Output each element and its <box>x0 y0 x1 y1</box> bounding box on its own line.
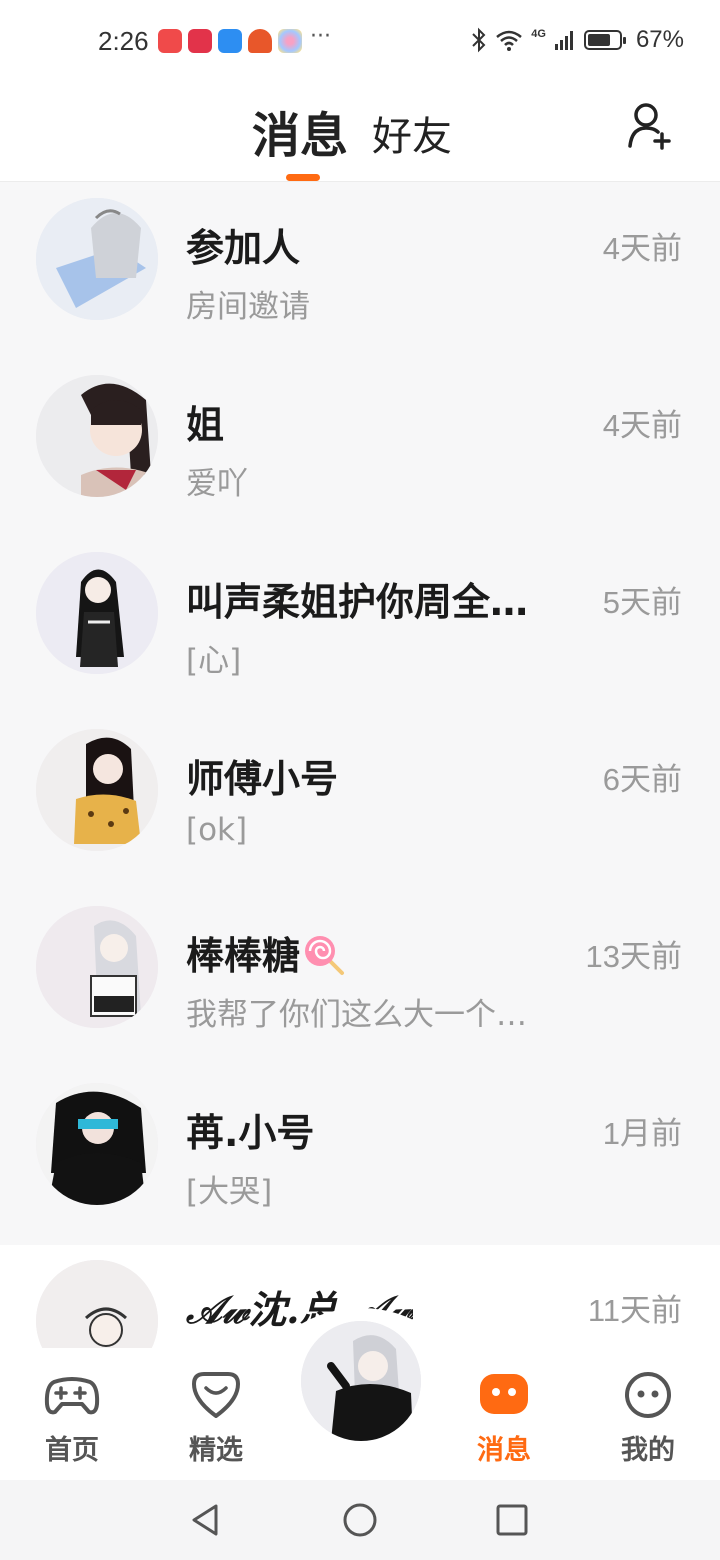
notification-app-icon <box>188 29 212 53</box>
conversation-preview: 我帮了你们这么大一个… <box>186 997 527 1033</box>
avatar <box>36 552 158 674</box>
center-avatar-button[interactable] <box>298 1318 424 1444</box>
home-circle-icon[interactable] <box>340 1500 380 1540</box>
add-friend-icon[interactable] <box>624 100 676 152</box>
face-icon <box>625 1372 671 1418</box>
nav-item-profile[interactable]: 我的 <box>588 1348 708 1480</box>
nav-item-home[interactable]: 首页 <box>12 1348 132 1480</box>
conversation-preview: [ok] <box>186 812 248 848</box>
nav-item-featured[interactable]: 精选 <box>156 1348 276 1480</box>
lollipop-icon <box>305 936 345 975</box>
conversation-item[interactable]: 姐 4天前 爱吖 <box>0 360 720 537</box>
conversation-time: 13天前 <box>585 939 682 974</box>
photos-icon <box>278 29 302 53</box>
nav-label: 精选 <box>189 1435 243 1466</box>
network-type: 4G <box>531 28 546 40</box>
header: 消息 好友 <box>0 84 720 182</box>
bluetooth-icon <box>472 27 486 53</box>
avatar <box>36 729 158 851</box>
conversation-name: 苒.小号 <box>186 1111 315 1155</box>
more-notifications-icon: ··· <box>310 24 331 49</box>
conversation-time: 11天前 <box>587 1293 682 1328</box>
conversation-preview: [大哭] <box>186 1174 273 1210</box>
system-nav-bar <box>0 1480 720 1560</box>
active-tab-indicator <box>286 174 320 181</box>
chat-bubble-icon <box>480 1374 528 1414</box>
conversation-item[interactable]: 苒.小号 1月前 [大哭] <box>0 1068 720 1245</box>
avatar <box>36 1083 158 1205</box>
conversation-item[interactable]: 棒棒糖 13天前 我帮了你们这么大一个… <box>0 891 720 1068</box>
tab-messages[interactable]: 消息 <box>252 96 348 166</box>
avatar <box>36 906 158 1028</box>
heart-badge-icon <box>192 1372 240 1418</box>
conversation-name: 叫声柔姐护你周全… <box>186 580 529 624</box>
conversation-item[interactable]: 参加人 4天前 房间邀请 <box>0 183 720 360</box>
tab-friends[interactable]: 好友 <box>372 104 452 162</box>
signal-icon <box>554 31 573 50</box>
avatar <box>36 198 158 320</box>
status-bar: 2:26 ··· 4G 67% <box>0 0 720 84</box>
conversation-preview: 房间邀请 <box>186 289 310 325</box>
conversation-item[interactable]: 叫声柔姐护你周全… 5天前 [心] <box>0 537 720 714</box>
cloud-icon <box>218 29 242 53</box>
recents-square-icon[interactable] <box>492 1500 532 1540</box>
gamepad-icon <box>44 1377 100 1415</box>
nav-item-messages[interactable]: 消息 <box>444 1348 564 1480</box>
conversation-time: 5天前 <box>602 585 682 620</box>
status-indicators: 4G 67% <box>471 26 684 54</box>
conversation-time: 1月前 <box>602 1116 682 1151</box>
battery-percent: 67% <box>635 26 684 53</box>
notification-app-icon <box>158 29 182 53</box>
nav-label: 我的 <box>621 1435 675 1466</box>
notification-app-icon <box>248 29 272 53</box>
conversation-name: 姐 <box>186 403 225 447</box>
status-time: 2:26 <box>98 26 149 56</box>
back-icon[interactable] <box>186 1500 226 1540</box>
conversation-name: 师傅小号 <box>186 757 339 801</box>
conversation-time: 6天前 <box>602 762 682 797</box>
conversation-preview: 爱吖 <box>186 466 248 502</box>
conversation-name: 棒棒糖 <box>186 925 346 980</box>
conversation-name: 参加人 <box>186 226 301 270</box>
conversation-preview: [心] <box>186 643 242 679</box>
nav-label: 消息 <box>477 1435 531 1466</box>
conversation-time: 4天前 <box>602 408 682 443</box>
conversation-time: 4天前 <box>602 231 682 266</box>
battery-icon <box>583 30 626 50</box>
conversation-item[interactable]: 师傅小号 6天前 [ok] <box>0 714 720 891</box>
avatar <box>36 375 158 497</box>
wifi-icon <box>496 30 523 51</box>
nav-label: 首页 <box>45 1435 99 1466</box>
